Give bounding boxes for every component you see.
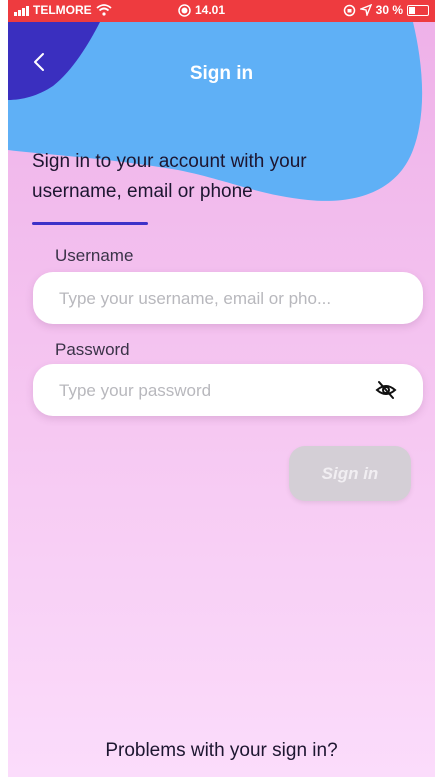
record-icon [178, 3, 191, 17]
status-bar: TELMORE 14.01 30 % [8, 0, 435, 22]
page-title: Sign in [189, 63, 254, 84]
sign-in-screen: TELMORE 14.01 30 % Sign in Sign in to yo… [8, 0, 435, 777]
password-field-container [33, 364, 423, 418]
accent-underline [32, 222, 148, 225]
wifi-icon [96, 4, 112, 16]
username-input[interactable] [57, 272, 391, 326]
password-input[interactable] [57, 364, 391, 418]
sign-in-button[interactable]: Sign in [289, 446, 411, 501]
signal-icon [14, 5, 29, 16]
intro-text: Sign in to your account with your userna… [32, 151, 307, 202]
carrier-name: TELMORE [33, 3, 92, 17]
battery-icon [407, 4, 429, 16]
clock-time: 14.01 [195, 3, 226, 17]
location-arrow-icon [359, 4, 372, 16]
battery-percent: 30 % [375, 3, 403, 17]
password-label: Password [55, 340, 130, 359]
rotation-lock-icon [343, 4, 355, 16]
eye-off-icon[interactable] [375, 379, 397, 401]
username-field-container [33, 272, 423, 326]
username-label: Username [55, 246, 134, 265]
problems-sign-in-link[interactable]: Problems with your sign in? [8, 740, 435, 762]
